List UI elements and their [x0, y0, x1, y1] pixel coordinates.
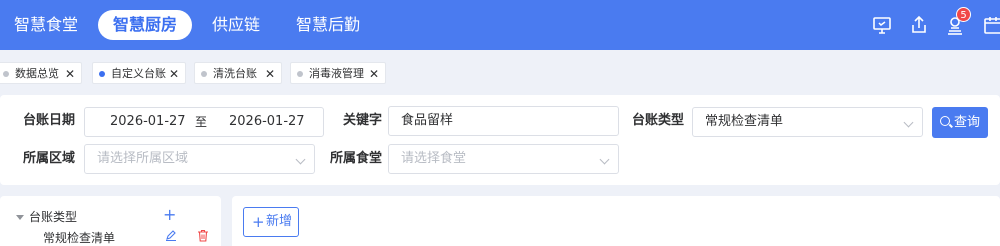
- date-range-picker[interactable]: 2026-01-27 至 2026-01-27: [84, 107, 324, 137]
- share-icon[interactable]: [908, 14, 930, 36]
- date-label: 台账日期: [22, 113, 75, 128]
- top-nav-bar: 智慧食堂 智慧厨房 供应链 智慧后勤 5: [0, 0, 1000, 50]
- canteen-label: 所属食堂: [329, 151, 382, 166]
- tab-cleaning-ledger[interactable]: 清洗台账 ✕: [194, 62, 282, 84]
- canteen-select[interactable]: 请选择食堂: [388, 144, 619, 174]
- tab-data-overview[interactable]: 数据总览 ✕: [0, 62, 82, 84]
- tab-label: 清洗台账: [213, 67, 257, 80]
- search-icon: [940, 116, 950, 126]
- area-select[interactable]: 请选择所属区域: [84, 144, 315, 174]
- keyword-input[interactable]: 食品留样: [388, 106, 619, 136]
- nav-item-smart-canteen[interactable]: 智慧食堂: [14, 10, 78, 40]
- tab-label: 消毒液管理: [309, 67, 364, 80]
- edit-icon[interactable]: [165, 229, 177, 241]
- date-end: 2026-01-27: [229, 114, 305, 129]
- tab-dot: [99, 71, 105, 77]
- monitor-icon[interactable]: [871, 14, 893, 36]
- tab-disinfectant-management[interactable]: 消毒液管理 ✕: [290, 62, 386, 84]
- tree-root-node[interactable]: 台账类型: [29, 208, 77, 225]
- nav-item-smart-kitchen[interactable]: 智慧厨房: [98, 10, 193, 40]
- ledger-type-value: 常规检查清单: [705, 114, 784, 129]
- caret-down-icon[interactable]: [16, 215, 24, 220]
- plus-icon: +: [252, 213, 265, 231]
- ledger-type-label: 台账类型: [631, 113, 684, 128]
- close-icon[interactable]: ✕: [169, 63, 179, 85]
- area-label: 所属区域: [22, 151, 75, 166]
- notification-badge: 5: [956, 7, 971, 22]
- nav-item-smart-logistics[interactable]: 智慧后勤: [296, 10, 360, 40]
- add-button-label: 新增: [266, 214, 293, 229]
- chevron-down-icon: [903, 117, 914, 128]
- tab-dot: [3, 71, 9, 77]
- tree-child-node[interactable]: 常规检查清单: [43, 229, 115, 246]
- close-icon[interactable]: ✕: [369, 63, 379, 85]
- content-panel: [232, 196, 1000, 246]
- delete-icon[interactable]: [197, 229, 209, 242]
- keyword-label: 关键字: [342, 113, 382, 128]
- chevron-down-icon: [599, 154, 610, 165]
- date-start: 2026-01-27: [110, 114, 186, 129]
- ledger-type-select[interactable]: 常规检查清单: [692, 107, 923, 137]
- tab-custom-ledger[interactable]: 自定义台账 ✕: [92, 62, 186, 84]
- tab-bar: 数据总览 ✕ 自定义台账 ✕ 清洗台账 ✕ 消毒液管理 ✕: [0, 50, 1000, 95]
- query-button[interactable]: 查询: [932, 107, 988, 138]
- canteen-placeholder: 请选择食堂: [401, 151, 467, 166]
- close-icon[interactable]: ✕: [65, 63, 75, 85]
- chevron-down-icon: [295, 154, 306, 165]
- date-separator: 至: [195, 115, 208, 129]
- close-icon[interactable]: ✕: [265, 63, 275, 85]
- query-button-label: 查询: [954, 115, 981, 130]
- calendar-icon[interactable]: [982, 14, 1000, 36]
- tab-dot: [297, 71, 303, 77]
- tab-dot: [201, 71, 207, 77]
- area-placeholder: 请选择所属区域: [97, 151, 189, 166]
- tab-label: 数据总览: [15, 67, 59, 80]
- add-button[interactable]: + 新增: [243, 207, 299, 237]
- add-node-icon[interactable]: +: [163, 207, 176, 223]
- tab-label: 自定义台账: [111, 67, 166, 80]
- nav-item-supply-chain[interactable]: 供应链: [212, 10, 260, 40]
